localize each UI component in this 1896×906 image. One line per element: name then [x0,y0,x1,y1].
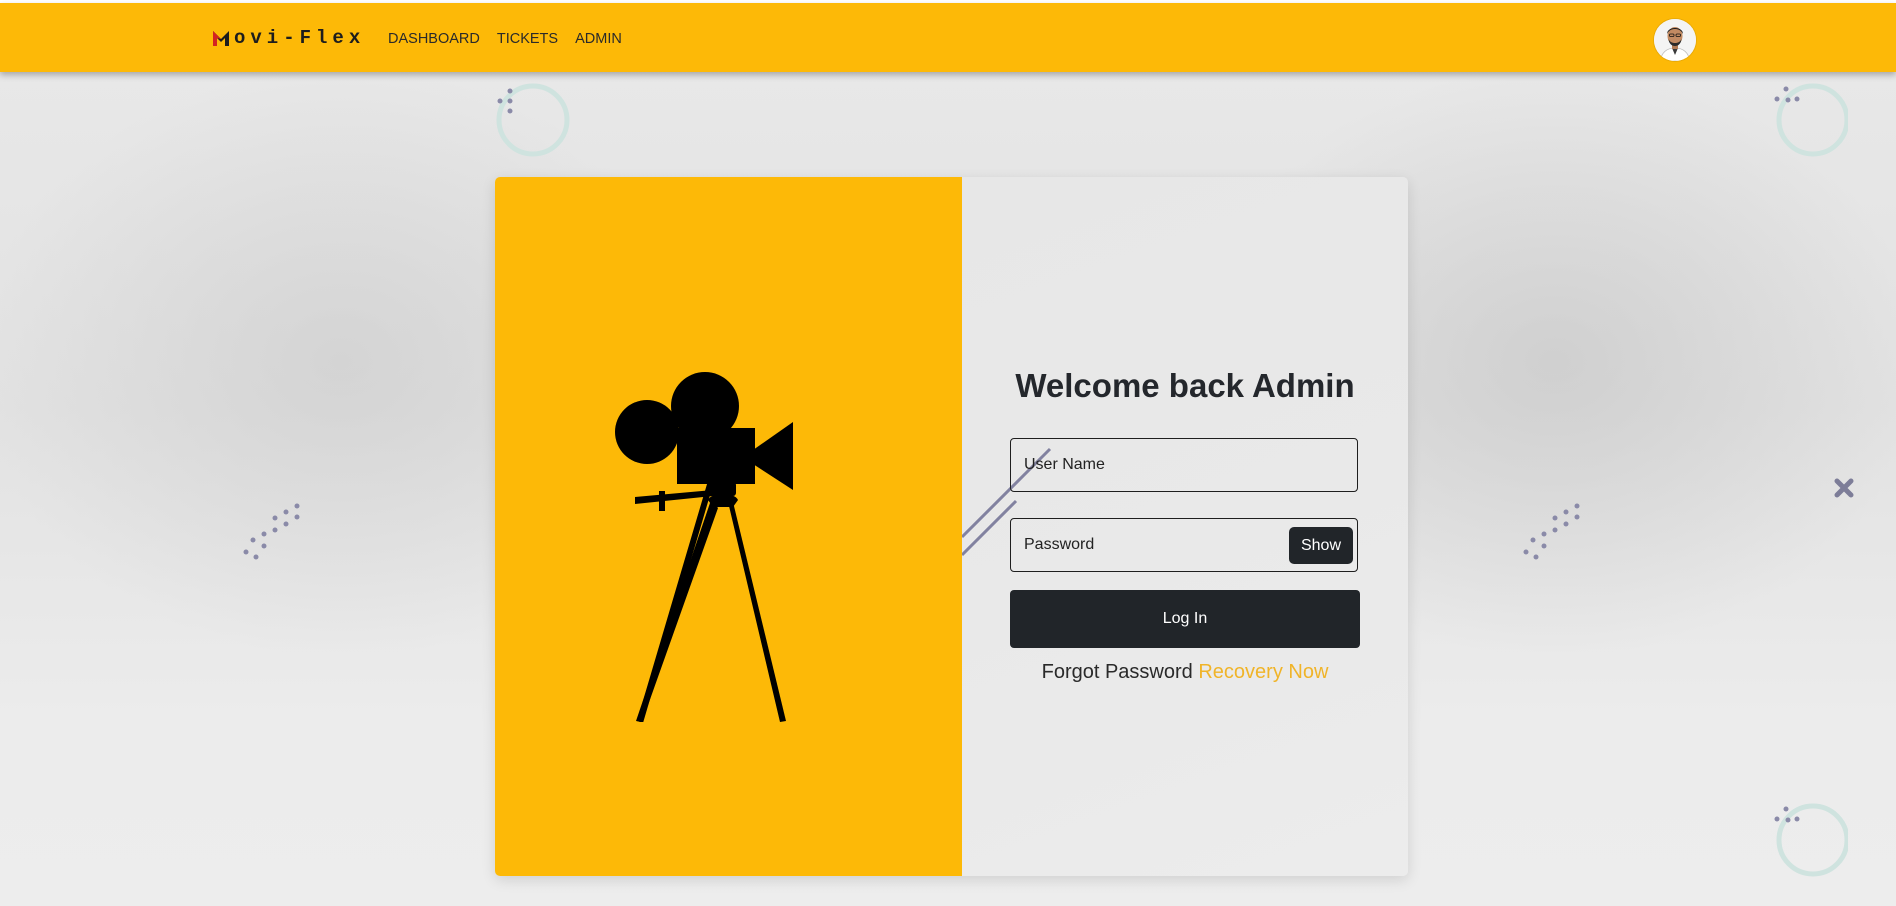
login-form-panel: Welcome back Admin Show Log In Forgot Pa… [962,177,1408,876]
recovery-now-link[interactable]: Recovery Now [1198,661,1328,683]
login-card: Welcome back Admin Show Log In Forgot Pa… [495,177,1408,876]
movie-camera-tripod-icon [615,372,793,722]
illustration-panel [495,177,962,876]
welcome-heading: Welcome back Admin [1015,367,1355,404]
show-password-button[interactable]: Show [1289,527,1353,564]
brand-text: ovi-Flex [234,27,366,49]
nav-link-dashboard[interactable]: DASHBOARD [388,31,480,47]
nav-link-admin[interactable]: ADMIN [575,31,622,47]
decorative-ring-top-left [496,83,570,157]
nav-links: DASHBOARD TICKETS ADMIN [388,31,622,47]
decorative-ring-bottom-right [1774,803,1848,877]
brand-m-icon [212,29,230,47]
username-field [1010,438,1358,492]
forgot-password-row: Forgot Password Recovery Now [962,661,1408,684]
login-button[interactable]: Log In [1010,590,1360,648]
username-input[interactable] [1011,439,1357,491]
decorative-ring-top-right [1774,83,1848,157]
decorative-dots-left [243,503,300,560]
forgot-password-text: Forgot Password [1041,661,1193,683]
decorative-dots-right [1523,503,1580,560]
brand-logo[interactable]: ovi-Flex [212,27,365,49]
nav-link-tickets[interactable]: TICKETS [497,31,558,47]
navbar: ovi-Flex DASHBOARD TICKETS ADMIN [0,3,1896,72]
password-field: Show [1010,518,1358,572]
decorative-cross [1834,478,1854,498]
user-avatar-icon[interactable] [1654,19,1696,61]
